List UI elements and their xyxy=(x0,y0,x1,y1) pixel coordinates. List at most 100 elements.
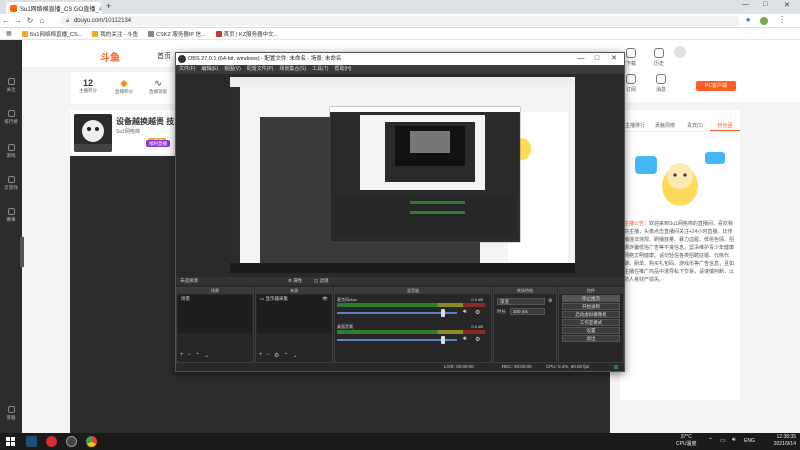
reload-icon[interactable]: ↻ xyxy=(24,16,36,25)
obs-logo-icon xyxy=(178,55,186,63)
stop-streaming-button[interactable]: 停止推流 xyxy=(562,295,620,302)
steam-icon[interactable] xyxy=(26,436,37,447)
menu-tools[interactable]: 工具(T) xyxy=(312,65,328,74)
transition-type-select[interactable]: 渐变 xyxy=(497,298,545,305)
menu-edit[interactable]: 编辑(E) xyxy=(201,65,218,74)
sidebar-item-support[interactable]: 客服 xyxy=(0,406,22,421)
header-history[interactable]: 历史 xyxy=(648,48,670,67)
bookmark-item[interactable]: Su1网络棉直播_CS... xyxy=(21,30,82,38)
volume-slider-handle[interactable] xyxy=(441,309,445,317)
sidebar-item-events[interactable]: 赛事 xyxy=(0,208,22,223)
minimize-window-button[interactable]: — xyxy=(742,1,749,8)
pulse-icon: ∿ xyxy=(154,78,162,88)
move-down-icon[interactable]: ⌄ xyxy=(204,352,209,359)
network-icon[interactable]: ▭ xyxy=(720,437,726,444)
bookmark-item[interactable]: 首页 | KZ服务器中文... xyxy=(215,30,278,38)
weather-widget[interactable]: 37°C CPU温度 xyxy=(676,434,697,448)
volume-icon[interactable]: 🔊︎ xyxy=(732,437,736,444)
menu-help[interactable]: 帮助(H) xyxy=(334,65,351,74)
anchor-name[interactable]: Su1网络棉 xyxy=(116,128,140,135)
filters-button[interactable]: ◫ 滤镜 xyxy=(314,277,329,285)
history-icon xyxy=(654,48,664,58)
ranking-icon xyxy=(7,110,15,117)
douyu-logo[interactable]: 斗鱼 xyxy=(100,49,120,64)
properties-button[interactable]: ⚙ 属性 xyxy=(288,277,302,285)
track-settings-icon[interactable]: ⚙ xyxy=(475,309,480,316)
start-virtual-camera-button[interactable]: 启动虚拟摄像机 xyxy=(562,311,620,318)
add-source-icon[interactable]: + xyxy=(259,352,263,359)
tray-chevron-icon[interactable]: ⌃ xyxy=(708,437,713,444)
obs-close-button[interactable]: ✕ xyxy=(607,53,621,65)
input-language[interactable]: ENG xyxy=(744,438,755,444)
menu-kebab-icon[interactable]: ⋮ xyxy=(778,15,786,24)
sidebar-item-ranking[interactable]: 排行榜 xyxy=(0,110,22,125)
new-tab-button[interactable]: + xyxy=(106,1,111,11)
user-avatar-icon[interactable] xyxy=(674,46,686,58)
remove-scene-icon[interactable]: − xyxy=(188,352,192,359)
source-settings-icon[interactable]: ⚙ xyxy=(274,352,279,359)
sidebar-item-games[interactable]: 游戏 xyxy=(0,144,22,159)
anchor-avatar[interactable] xyxy=(74,114,112,152)
remove-source-icon[interactable]: − xyxy=(267,352,271,359)
home-icon[interactable]: ⌂ xyxy=(36,16,48,25)
netease-music-icon[interactable] xyxy=(46,436,57,447)
back-arrow-icon[interactable]: ← xyxy=(0,16,12,25)
url-input[interactable]: 🔒︎ douyu.com/10112134 xyxy=(60,16,740,26)
bookmark-item[interactable]: 我的关注 - 斗鱼 xyxy=(92,30,138,38)
studio-mode-button[interactable]: 工作室模式 xyxy=(562,319,620,326)
tab-fan-club[interactable]: 粉丝团 xyxy=(710,120,740,131)
duration-input[interactable]: 300 ms xyxy=(510,308,545,315)
sidebar-item-follow[interactable]: 关注 xyxy=(0,78,22,93)
bookmark-item[interactable]: CSKZ 服务器IP 信... xyxy=(148,30,206,38)
nav-home-link[interactable]: 首页 xyxy=(157,51,171,61)
move-up-icon[interactable]: ⌃ xyxy=(283,352,288,359)
tab-weekly-contribution[interactable]: 贡献周榜 xyxy=(650,120,680,131)
menu-scene-collection[interactable]: 场景集合(S) xyxy=(279,65,306,74)
menu-view[interactable]: 视图(V) xyxy=(224,65,241,74)
add-scene-icon[interactable]: + xyxy=(180,352,184,359)
speaker-icon[interactable]: 🔊︎ xyxy=(463,309,467,316)
profile-avatar-icon[interactable] xyxy=(760,17,768,25)
volume-slider[interactable] xyxy=(337,312,457,314)
menu-file[interactable]: 文件(F) xyxy=(179,65,195,74)
speaker-icon[interactable]: 🔊︎ xyxy=(463,336,467,343)
gamepad-icon xyxy=(7,176,15,183)
controls-dock: 控件 停止推流 开始录制 启动虚拟摄像机 工作室模式 设置 退出 xyxy=(558,287,624,363)
header-message[interactable]: 消息 xyxy=(650,74,672,93)
welfare-live-button[interactable]: 福利直播 xyxy=(146,140,170,147)
obs-minimize-button[interactable]: — xyxy=(574,53,588,65)
browser-tab[interactable]: Su1网络棉直播_CS:GO直播_斗鱼 ✕ xyxy=(6,2,102,14)
apps-grid-icon[interactable]: ▦ xyxy=(6,30,12,37)
windows-start-icon[interactable] xyxy=(5,436,16,447)
maximize-window-button[interactable]: □ xyxy=(763,1,767,8)
pc-client-button[interactable]: PC客户端 xyxy=(696,81,736,91)
forward-arrow-icon[interactable]: → xyxy=(12,16,24,25)
bookmark-star-icon[interactable]: ★ xyxy=(745,16,751,24)
menu-profile[interactable]: 配置文件(P) xyxy=(247,65,274,74)
obs-taskbar-icon[interactable] xyxy=(66,436,77,447)
volume-slider-handle[interactable] xyxy=(441,336,445,344)
chrome-icon[interactable] xyxy=(86,436,97,447)
tab-vip[interactable]: 贵宾(1) xyxy=(680,120,710,131)
heart-icon xyxy=(7,78,15,85)
sidebar-item-cloud-games[interactable]: 云游戏 xyxy=(0,176,22,191)
track-settings-icon[interactable]: ⚙ xyxy=(475,336,480,343)
scene-item[interactable]: 场景 xyxy=(178,295,252,303)
close-window-button[interactable]: ✕ xyxy=(784,1,790,9)
visibility-eye-icon[interactable]: 👁︎ xyxy=(322,296,328,302)
exit-button[interactable]: 退出 xyxy=(562,335,620,342)
volume-slider[interactable] xyxy=(337,339,457,341)
mixer-dock: 混音器 麦克风/Aux 0.0 dB 🔊︎ ⚙ 桌面音频 0.0 dB 🔊︎ ⚙ xyxy=(334,287,492,363)
source-item[interactable]: ▭ 显示器采集 👁︎ xyxy=(257,295,331,303)
obs-preview[interactable] xyxy=(230,77,575,273)
start-recording-button[interactable]: 开始录制 xyxy=(562,303,620,310)
move-down-icon[interactable]: ⌄ xyxy=(292,352,297,359)
sidebar-collapse-handle[interactable] xyxy=(20,237,24,267)
bookmarks-bar: ▦ Su1网络棉直播_CS... 我的关注 - 斗鱼 CSKZ 服务器IP 信.… xyxy=(0,28,800,40)
url-text: douyu.com/10112134 xyxy=(73,18,132,24)
obs-maximize-button[interactable]: □ xyxy=(590,53,604,65)
clock[interactable]: 12:38:35 2021/9/14 xyxy=(774,434,796,448)
settings-button[interactable]: 设置 xyxy=(562,327,620,334)
transition-settings-icon[interactable]: ⚙ xyxy=(548,298,552,304)
move-up-icon[interactable]: ⌃ xyxy=(195,352,200,359)
